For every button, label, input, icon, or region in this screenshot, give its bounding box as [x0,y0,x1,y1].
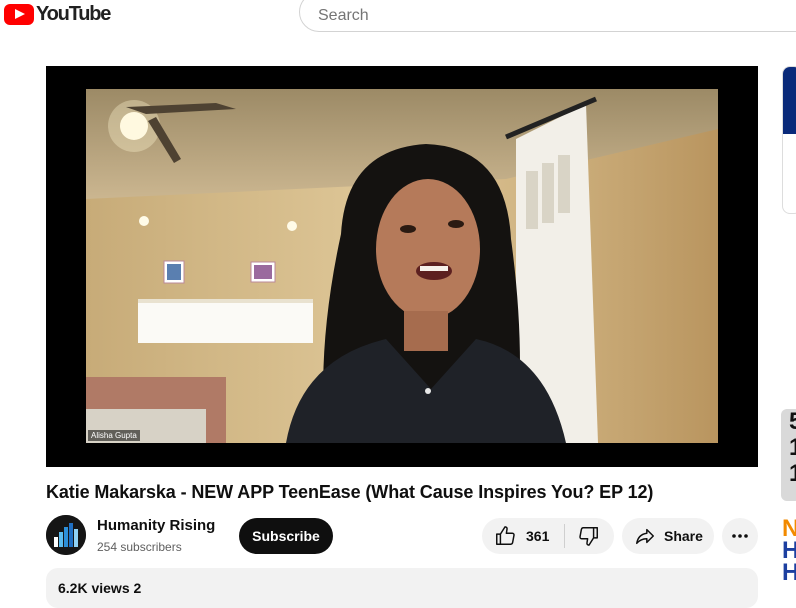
search-input[interactable] [316,6,760,26]
thumbs-up-icon [496,526,515,545]
search-box[interactable] [299,0,796,32]
video-player[interactable]: Alisha Gupta [46,66,758,467]
video-frame [86,89,718,443]
rail-card-banner [783,67,796,134]
like-count: 361 [526,528,550,544]
video-scene [86,89,718,443]
rail-thumb-text: 1 [789,460,796,487]
description-box[interactable]: 6.2K views 2 [46,568,758,608]
like-button[interactable]: 361 [482,518,564,554]
channel-name[interactable]: Humanity Rising [97,517,215,534]
share-label: Share [664,528,703,544]
channel-logo-icon [46,515,86,555]
more-dots-icon [732,534,748,538]
share-arrow-icon [636,528,654,545]
channel-avatar[interactable] [46,515,86,555]
video-title: Katie Makarska - NEW APP TeenEase (What … [46,482,654,502]
view-count: 6.2K views 2 [58,580,142,596]
more-actions-button[interactable] [722,518,758,554]
share-button[interactable]: Share [622,518,714,554]
subscriber-count: 254 subscribers [97,540,182,554]
like-dislike-group: 361 [482,518,614,554]
youtube-play-icon [4,3,34,25]
youtube-logo[interactable]: YouTube [4,2,111,25]
rail-thumb-text: 1 [789,434,796,461]
rail-video-thumbnail[interactable]: N H H [781,518,796,588]
participant-name-tag: Alisha Gupta [88,430,140,441]
rail-video-thumbnail[interactable]: 5 1 1 [781,409,796,501]
subscribe-button[interactable]: Subscribe [239,518,333,554]
dislike-button[interactable] [565,518,613,554]
rail-card[interactable] [782,66,796,214]
rail-thumb-text: 5 [789,409,796,435]
thumbs-down-icon [579,527,598,546]
logo-text: YouTube [36,2,111,25]
rail-thumb-text: H [782,559,796,586]
